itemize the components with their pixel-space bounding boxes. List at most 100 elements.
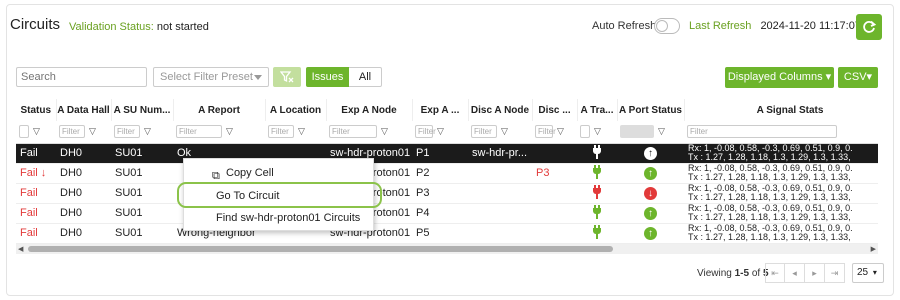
displayed-columns-button[interactable]: Displayed Columns ▾: [725, 67, 834, 88]
signal-stats-cell[interactable]: Rx: 1, -0.08, 0.58, -0.3, 0.69, 0.51, 0.…: [684, 223, 878, 244]
clear-filters-button[interactable]: [273, 67, 301, 87]
last-page-icon[interactable]: ⇥: [825, 263, 845, 283]
page-size-select[interactable]: 25 ▾: [852, 263, 884, 283]
filter-preset-select[interactable]: Select Filter Preset: [153, 67, 269, 87]
filter-input[interactable]: Filter: [415, 125, 436, 139]
disc-port-cell[interactable]: [532, 223, 577, 244]
su-cell[interactable]: SU01: [111, 183, 173, 204]
funnel-icon[interactable]: ▽: [501, 126, 508, 137]
exp-port-cell[interactable]: P1: [412, 143, 468, 164]
col-a-transceiver[interactable]: A Tra...: [577, 99, 618, 121]
signal-stats-cell[interactable]: Rx: 1, -0.08, 0.58, -0.3, 0.69, 0.51, 0.…: [684, 183, 878, 204]
hall-cell[interactable]: DH0: [56, 143, 111, 164]
su-cell[interactable]: SU01: [111, 203, 173, 224]
auto-refresh-toggle[interactable]: [654, 18, 680, 34]
signal-stats-cell[interactable]: Rx: 1, -0.08, 0.58, -0.3, 0.69, 0.51, 0.…: [684, 143, 878, 164]
col-exp-a-port[interactable]: Exp A ...: [412, 99, 469, 121]
col-disc-a-port[interactable]: Disc ...: [532, 99, 578, 121]
exp-port-cell[interactable]: P5: [412, 223, 468, 244]
hall-cell[interactable]: DH0: [56, 203, 111, 224]
port-status-cell[interactable]: ↑: [617, 223, 684, 244]
port-status-cell[interactable]: ↓: [617, 183, 684, 204]
status-cell[interactable]: Fail: [16, 143, 56, 164]
disc-node-cell[interactable]: [468, 183, 532, 204]
scrollbar-thumb[interactable]: [28, 246, 613, 252]
su-cell[interactable]: SU01: [111, 143, 173, 164]
transceiver-cell[interactable]: [577, 163, 617, 184]
su-cell[interactable]: SU01: [111, 223, 173, 244]
filter-input[interactable]: Filter: [268, 125, 294, 139]
transceiver-cell[interactable]: [577, 143, 617, 164]
col-a-su-num[interactable]: A SU Num...: [111, 99, 174, 121]
scroll-right-icon[interactable]: ▶: [871, 245, 876, 253]
hall-cell[interactable]: DH0: [56, 163, 111, 184]
search-input[interactable]: [16, 67, 147, 87]
port-status-filter-select[interactable]: [620, 125, 654, 139]
all-toggle-button[interactable]: All: [349, 67, 382, 87]
filter-input[interactable]: Filter: [471, 125, 497, 139]
funnel-icon[interactable]: ▽: [33, 126, 40, 137]
hall-cell[interactable]: DH0: [56, 223, 111, 244]
filter-input[interactable]: Filter: [59, 125, 85, 139]
status-cell[interactable]: Fail: [16, 203, 56, 224]
filter-input[interactable]: Filter: [687, 125, 837, 139]
disc-port-cell[interactable]: P3: [532, 163, 577, 184]
funnel-icon[interactable]: ▽: [226, 126, 233, 137]
transceiver-cell[interactable]: [577, 203, 617, 224]
issues-toggle-button[interactable]: Issues: [306, 67, 349, 87]
funnel-icon[interactable]: ▽: [557, 126, 564, 137]
funnel-icon[interactable]: ▽: [144, 126, 151, 137]
status-cell[interactable]: Fail: [16, 183, 56, 204]
exp-port-cell[interactable]: P4: [412, 203, 468, 224]
refresh-button[interactable]: [856, 14, 882, 40]
funnel-icon[interactable]: ▽: [594, 126, 601, 137]
first-page-icon[interactable]: ⇤: [765, 263, 785, 283]
funnel-icon[interactable]: ▽: [89, 126, 96, 137]
disc-node-cell[interactable]: [468, 163, 532, 184]
scroll-left-icon[interactable]: ◀: [18, 245, 23, 253]
col-disc-a-node[interactable]: Disc A Node: [468, 99, 533, 121]
funnel-icon[interactable]: ▽: [658, 126, 665, 137]
col-exp-a-node[interactable]: Exp A Node: [326, 99, 413, 121]
exp-port-cell[interactable]: P2: [412, 163, 468, 184]
funnel-icon[interactable]: ▽: [437, 126, 444, 137]
port-status-cell[interactable]: ↑: [617, 203, 684, 224]
disc-port-cell[interactable]: [532, 203, 577, 224]
transceiver-cell[interactable]: [577, 223, 617, 244]
disc-node-cell[interactable]: [468, 223, 532, 244]
table-row[interactable]: Fail DH0 SU01 Wrong-neighbor sw-hdr-prot…: [16, 223, 878, 244]
signal-stats-cell[interactable]: Rx: 1, -0.08, 0.58, -0.3, 0.69, 0.51, 0.…: [684, 163, 878, 184]
funnel-icon[interactable]: ▽: [298, 126, 305, 137]
filter-input[interactable]: Filter: [535, 125, 556, 139]
col-a-location[interactable]: A Location: [265, 99, 327, 121]
disc-port-cell[interactable]: [532, 183, 577, 204]
table-row[interactable]: Fail ↓ DH0 SU01 sw-hdr-proton01 P2 P3 ↑ …: [16, 163, 878, 184]
prev-page-icon[interactable]: ◂: [785, 263, 805, 283]
col-status[interactable]: Status: [16, 99, 57, 121]
next-page-icon[interactable]: ▸: [805, 263, 825, 283]
signal-stats-cell[interactable]: Rx: 1, -0.08, 0.58, -0.3, 0.69, 0.51, 0.…: [684, 203, 878, 224]
disc-node-cell[interactable]: sw-hdr-pr...: [468, 143, 532, 164]
col-a-signal-stats[interactable]: A Signal Stats: [684, 99, 878, 121]
status-cell[interactable]: Fail: [16, 223, 56, 244]
table-row[interactable]: Fail DH0 SU01 Ok sw-hdr-proton01 P1 sw-h…: [16, 143, 878, 164]
port-status-cell[interactable]: ↑: [617, 143, 684, 164]
table-row[interactable]: Fail DH0 SU01 sw-hdr-proton01 P4 ↑ Rx: 1…: [16, 203, 878, 224]
filter-input[interactable]: Filter: [329, 125, 377, 139]
hall-cell[interactable]: DH0: [56, 183, 111, 204]
find-circuits-menu-item[interactable]: Find sw-hdr-proton01 Circuits: [184, 208, 375, 228]
disc-port-cell[interactable]: [532, 143, 577, 164]
table-row[interactable]: Fail DH0 SU01 sw-hdr-proton01 P3 ↓ Rx: 1…: [16, 183, 878, 204]
transceiver-cell[interactable]: [577, 183, 617, 204]
exp-port-cell[interactable]: P3: [412, 183, 468, 204]
col-a-port-status[interactable]: A Port Status: [617, 99, 685, 121]
csv-button[interactable]: CSV▾: [838, 67, 878, 88]
filter-input[interactable]: Filter: [114, 125, 140, 139]
transceiver-filter-select[interactable]: [580, 125, 590, 139]
horizontal-scrollbar[interactable]: ◀ ▶: [16, 244, 878, 254]
funnel-icon[interactable]: ▽: [381, 126, 388, 137]
filter-input[interactable]: Filter: [176, 125, 222, 139]
status-cell[interactable]: Fail ↓: [16, 163, 56, 184]
col-a-report[interactable]: A Report: [173, 99, 266, 121]
col-a-data-hall[interactable]: A Data Hall: [56, 99, 112, 121]
